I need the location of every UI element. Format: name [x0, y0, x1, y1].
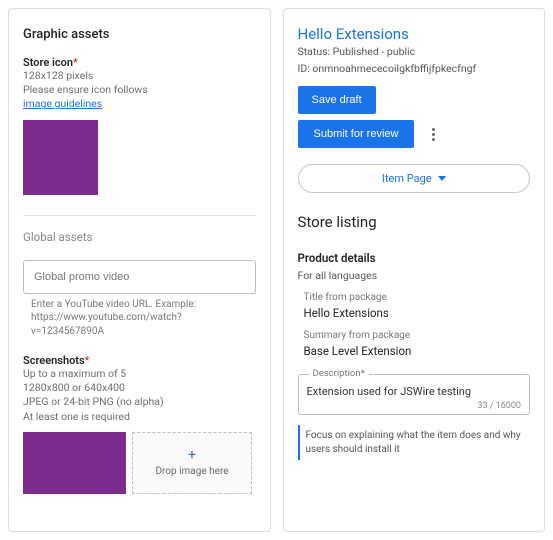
description-value: Extension used for JSWire testing	[307, 385, 522, 398]
drop-zone-label: Drop image here	[155, 466, 228, 477]
screenshots-label: Screenshots*	[23, 354, 256, 367]
summary-from-package-block: Summary from package Base Level Extensio…	[298, 330, 531, 358]
description-input[interactable]: Description* Extension used for JSWire t…	[298, 374, 531, 415]
store-icon-ensure-line: Please ensure icon follows	[23, 83, 256, 97]
title-from-package-value: Hello Extensions	[304, 306, 531, 320]
store-icon-preview[interactable]	[23, 120, 98, 195]
save-draft-button[interactable]: Save draft	[298, 86, 376, 114]
summary-from-package-label: Summary from package	[304, 330, 531, 341]
screenshot-drop-zone[interactable]: + Drop image here	[132, 432, 252, 494]
graphic-assets-heading: Graphic assets	[23, 27, 256, 42]
screenshots-hint-1: Up to a maximum of 5	[23, 367, 256, 381]
item-page-label: Item Page	[382, 172, 432, 185]
summary-from-package-value: Base Level Extension	[304, 344, 531, 358]
global-promo-video-input[interactable]	[23, 260, 256, 294]
title-from-package-block: Title from package Hello Extensions	[298, 292, 531, 320]
screenshots-hint-3: JPEG or 24-bit PNG (no alpha)	[23, 395, 256, 409]
store-icon-label: Store icon*	[23, 56, 256, 69]
status-line: Status: Published - public	[298, 45, 531, 60]
extension-title-link[interactable]: Hello Extensions	[298, 25, 531, 43]
plus-icon: +	[188, 448, 196, 462]
screenshots-row: + Drop image here	[23, 432, 256, 494]
divider	[23, 215, 256, 216]
promo-video-hint: Enter a YouTube video URL. Example: http…	[31, 298, 248, 339]
product-details-heading: Product details	[298, 251, 531, 265]
store-icon-section: Store icon* 128x128 pixels Please ensure…	[23, 56, 256, 195]
store-icon-ensure-text: Please ensure icon follows	[23, 83, 148, 96]
image-guidelines-link[interactable]: image guidelines	[23, 97, 102, 110]
screenshots-hint-2: 1280x800 or 640x400	[23, 381, 256, 395]
graphic-assets-panel: Graphic assets Store icon* 128x128 pixel…	[8, 8, 271, 532]
for-all-languages-text: For all languages	[298, 269, 531, 282]
chevron-down-icon	[438, 176, 446, 181]
id-line: ID: onmnoahmececoilgkfbffijfpkecfngf	[298, 62, 531, 77]
image-guidelines-line: image guidelines	[23, 97, 256, 111]
store-icon-label-text: Store icon	[23, 56, 73, 69]
store-icon-dims: 128x128 pixels	[23, 69, 256, 83]
description-note: Focus on explaining what the item does a…	[298, 425, 531, 460]
screenshots-label-text: Screenshots	[23, 354, 85, 367]
screenshots-hint-4: At least one is required	[23, 410, 256, 424]
store-listing-heading: Store listing	[298, 213, 531, 231]
more-menu-icon[interactable]	[428, 124, 439, 145]
submit-for-review-button[interactable]: Submit for review	[298, 120, 415, 148]
action-buttons-row: Save draft	[298, 86, 531, 114]
description-legend: Description*	[309, 368, 369, 379]
action-buttons-row-2: Submit for review	[298, 120, 531, 148]
required-asterisk: *	[85, 354, 90, 367]
screenshots-section: Screenshots* Up to a maximum of 5 1280x8…	[23, 354, 256, 494]
description-counter: 33 / 16000	[477, 401, 521, 411]
global-assets-label: Global assets	[23, 230, 256, 244]
store-listing-panel: Hello Extensions Status: Published - pub…	[283, 8, 546, 532]
item-page-dropdown[interactable]: Item Page	[298, 164, 531, 193]
required-asterisk: *	[73, 56, 78, 69]
title-from-package-label: Title from package	[304, 292, 531, 303]
screenshot-thumb[interactable]	[23, 432, 126, 494]
